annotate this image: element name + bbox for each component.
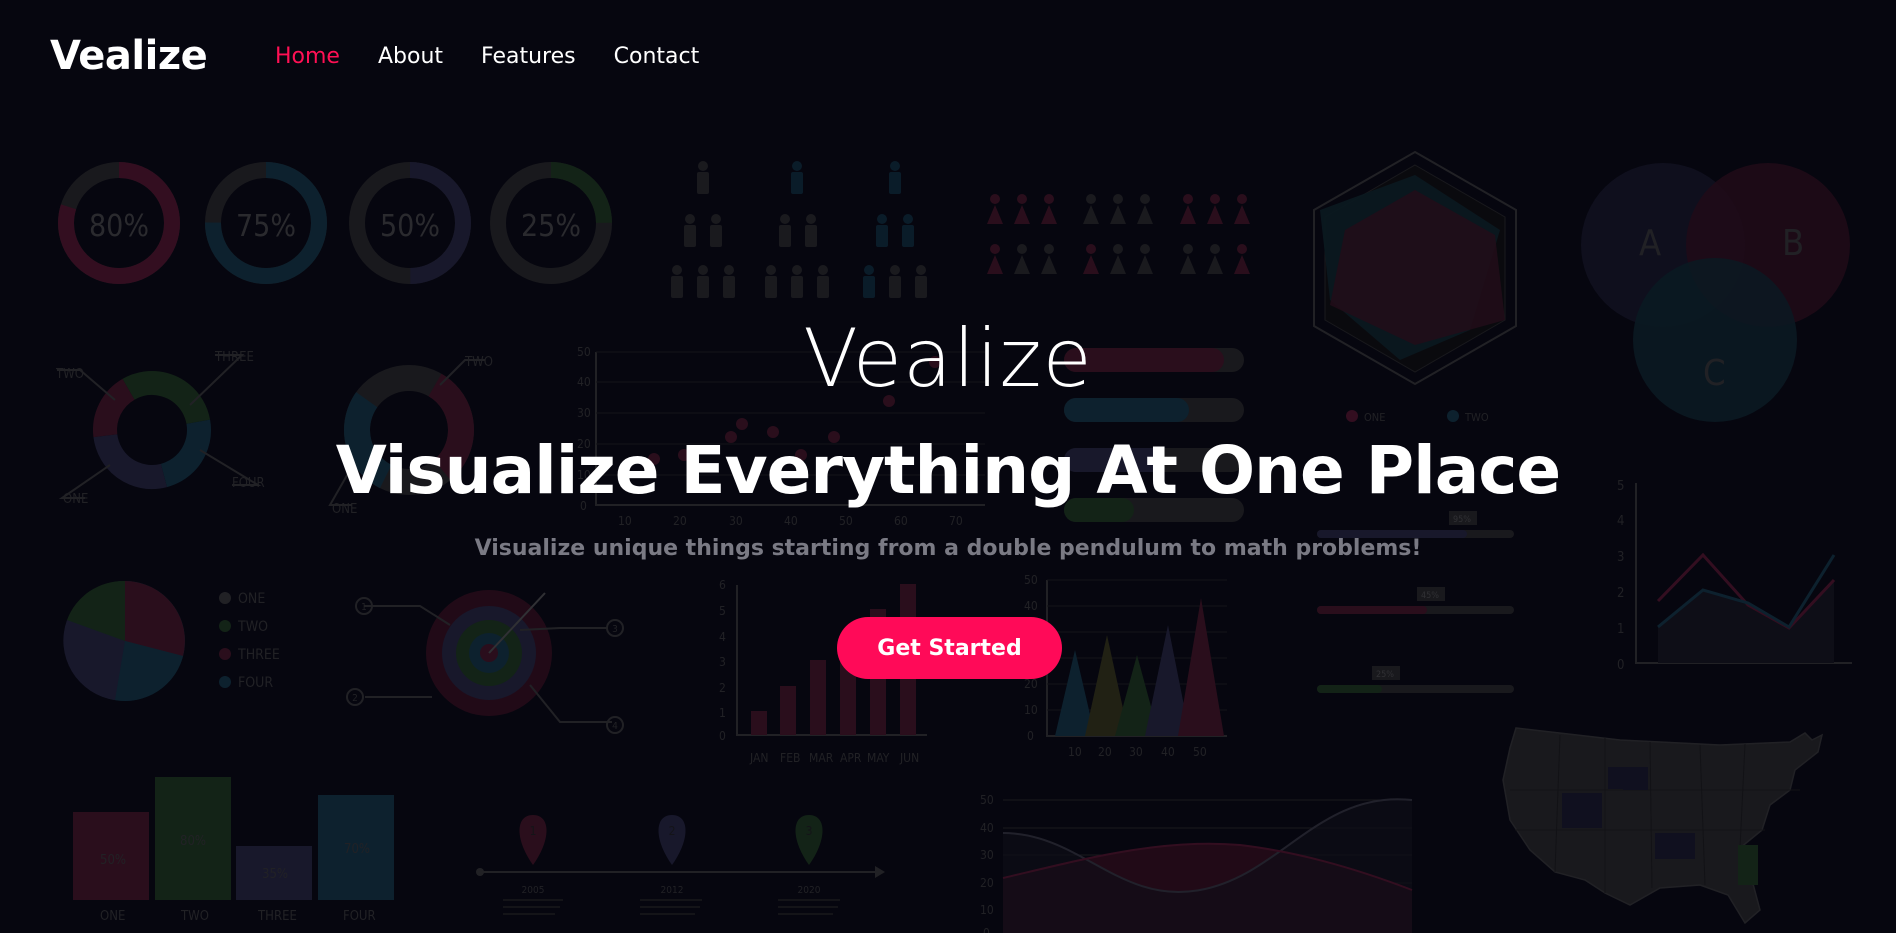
top-navigation: Vealize Home About Features Contact (0, 0, 1896, 120)
hero-brand: Vealize (803, 312, 1093, 405)
nav-links: Home About Features Contact (275, 44, 737, 69)
hero-subtitle: Visualize unique things starting from a … (474, 536, 1422, 561)
nav-link-features[interactable]: Features (481, 44, 576, 69)
nav-link-contact[interactable]: Contact (614, 44, 700, 69)
hero-section: Vealize Visualize Everything At One Plac… (0, 0, 1896, 933)
nav-link-about[interactable]: About (378, 44, 443, 69)
nav-link-home[interactable]: Home (275, 44, 340, 69)
hero-headline: Visualize Everything At One Place (335, 432, 1561, 509)
get-started-button[interactable]: Get Started (837, 617, 1062, 679)
brand-logo[interactable]: Vealize (50, 33, 208, 79)
